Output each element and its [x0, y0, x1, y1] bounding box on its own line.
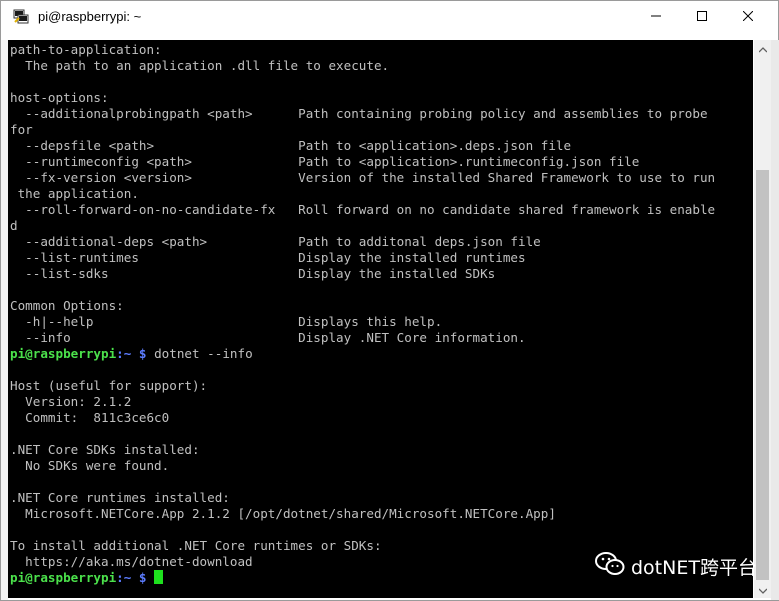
- scroll-down-button[interactable]: [754, 581, 771, 598]
- scroll-up-button[interactable]: [754, 40, 771, 57]
- close-button[interactable]: [725, 1, 771, 32]
- output-line: -h|--help Displays this help.: [10, 314, 443, 329]
- output-line: --list-runtimes Display the installed ru…: [10, 250, 526, 265]
- output-line: d: [10, 218, 18, 233]
- output-line: for: [10, 122, 33, 137]
- terminal-output[interactable]: path-to-application: The path to an appl…: [8, 40, 753, 598]
- output-line: https://aka.ms/dotnet-download: [10, 554, 253, 569]
- left-frame: [1, 40, 8, 600]
- maximize-icon: [697, 8, 707, 26]
- output-line: Host (useful for support):: [10, 378, 208, 393]
- right-frame: [771, 40, 779, 600]
- output-line: --additional-deps <path> Path to additon…: [10, 234, 541, 249]
- prompt-user: pi@raspberrypi: [10, 570, 117, 585]
- output-line: .NET Core runtimes installed:: [10, 490, 230, 505]
- vertical-scrollbar[interactable]: [754, 40, 771, 598]
- minimize-icon: [651, 8, 661, 26]
- output-line: host-options:: [10, 90, 109, 105]
- output-line: --fx-version <version> Version of the in…: [10, 170, 716, 185]
- chevron-down-icon: [758, 581, 767, 599]
- output-line: --list-sdks Display the installed SDKs: [10, 266, 496, 281]
- command-text: dotnet --info: [146, 346, 253, 361]
- wechat-icon: [595, 551, 625, 582]
- output-line: --info Display .NET Core information.: [10, 330, 526, 345]
- prompt-user: pi@raspberrypi: [10, 346, 117, 361]
- scroll-thumb[interactable]: [756, 170, 769, 580]
- close-icon: [742, 8, 754, 26]
- output-line: To install additional .NET Core runtimes…: [10, 538, 382, 553]
- putty-window: pi@raspberrypi: ~ path-to-application: T…: [0, 0, 779, 601]
- output-line: --depsfile <path> Path to <application>.…: [10, 138, 572, 153]
- output-line: --runtimeconfig <path> Path to <applicat…: [10, 154, 640, 169]
- output-line: Microsoft.NETCore.App 2.1.2 [/opt/dotnet…: [10, 506, 556, 521]
- watermark-text: dotNET跨平台: [631, 557, 757, 579]
- title-bar[interactable]: pi@raspberrypi: ~: [1, 1, 778, 32]
- prompt-line: pi@raspberrypi:~ $ dotnet --info: [10, 346, 253, 362]
- output-line: --roll-forward-on-no-candidate-fx Roll f…: [10, 202, 716, 217]
- output-line: The path to an application .dll file to …: [10, 58, 390, 73]
- output-line: --additionalprobingpath <path> Path cont…: [10, 106, 708, 121]
- prompt-line: pi@raspberrypi:~ $: [10, 570, 164, 586]
- output-line: No SDKs were found.: [10, 458, 170, 473]
- output-line: Common Options:: [10, 298, 124, 313]
- output-line: .NET Core SDKs installed:: [10, 442, 200, 457]
- watermark: dotNET跨平台: [595, 551, 757, 582]
- output-line: path-to-application:: [10, 42, 162, 57]
- prompt-path: :~ $: [116, 346, 147, 361]
- window-title: pi@raspberrypi: ~: [38, 9, 142, 24]
- prompt-path: :~ $: [116, 570, 147, 585]
- chevron-up-icon: [758, 40, 767, 58]
- output-line: Commit: 811c3ce6c0: [10, 410, 170, 425]
- terminal-cursor: [154, 570, 164, 584]
- minimize-button[interactable]: [633, 1, 679, 32]
- maximize-button[interactable]: [679, 1, 725, 32]
- output-line: the application.: [10, 186, 139, 201]
- command-text: [147, 570, 155, 585]
- output-line: Version: 2.1.2: [10, 394, 132, 409]
- putty-icon[interactable]: [13, 8, 29, 24]
